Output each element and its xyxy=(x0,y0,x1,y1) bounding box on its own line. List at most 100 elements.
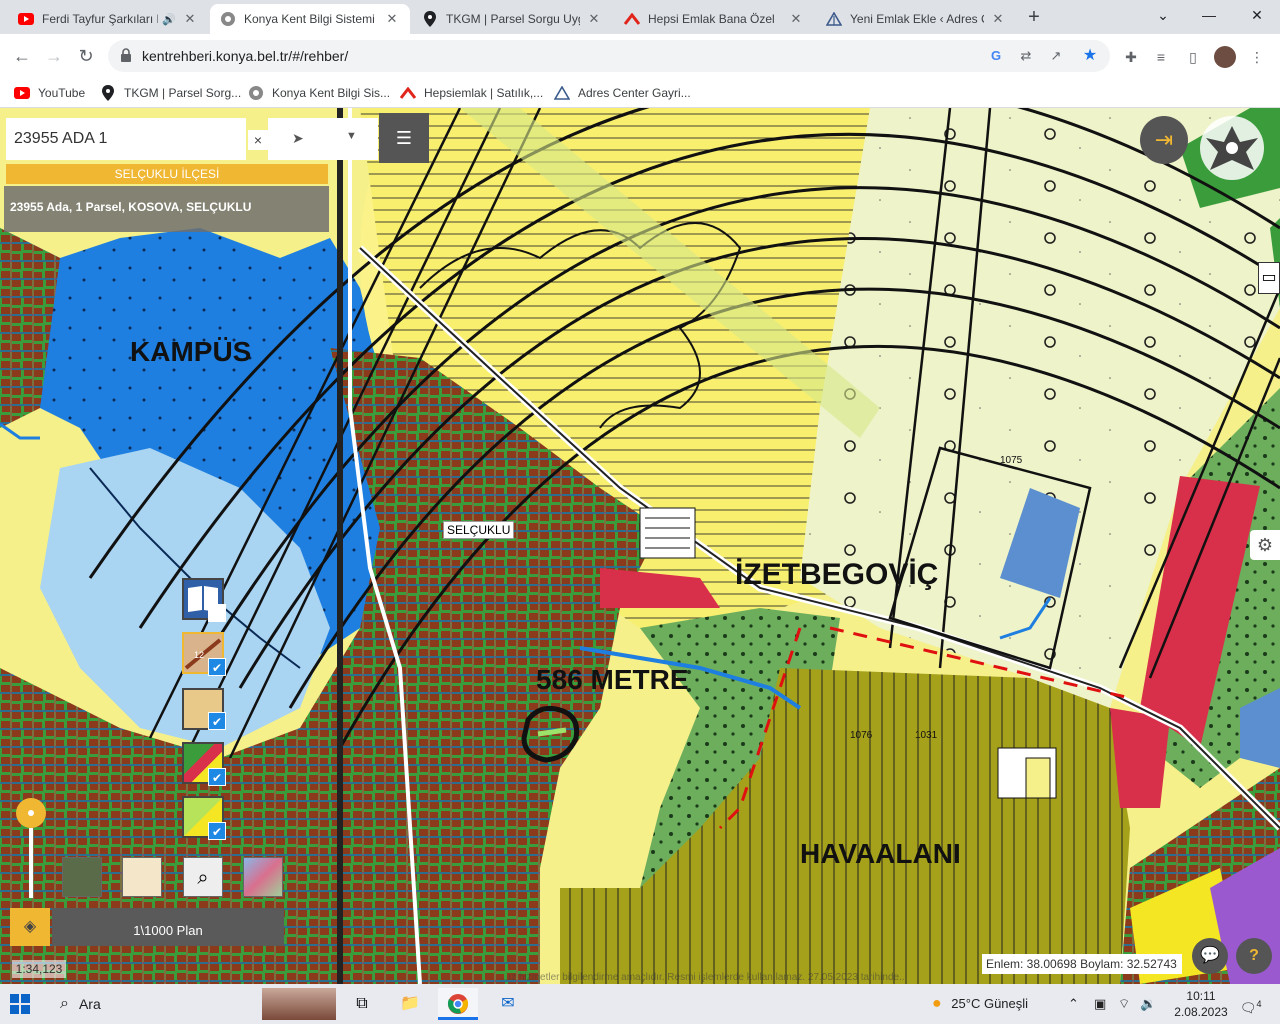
windows-start-icon[interactable] xyxy=(10,994,30,1014)
zoom-slider-track[interactable] xyxy=(29,828,33,898)
bookmark-star-icon[interactable]: ★ xyxy=(1080,46,1100,66)
layer-checkbox-unchecked[interactable] xyxy=(208,604,226,622)
side-panel-icon[interactable]: ▯ xyxy=(1182,46,1204,68)
close-tab-icon[interactable]: ✕ xyxy=(586,11,602,27)
media-control-icon[interactable]: ≡ xyxy=(1150,46,1172,68)
konya-logo-icon xyxy=(248,85,264,101)
bookmark-adres-center[interactable]: Adres Center Gayri... xyxy=(554,82,691,104)
adres-center-icon xyxy=(826,11,842,27)
bookmark-tkgm[interactable]: TKGM | Parsel Sorg... xyxy=(100,82,241,104)
bookmark-label: Adres Center Gayri... xyxy=(578,86,691,100)
search-highlight-image[interactable] xyxy=(262,988,336,1020)
settings-button[interactable]: ⚙ xyxy=(1250,530,1280,560)
audio-icon[interactable]: 🔊 xyxy=(162,13,176,26)
scale-readout: 1:34,123 xyxy=(12,960,66,978)
district-tag: SELÇUKLU xyxy=(443,521,515,539)
basemap-search[interactable]: ⌕ xyxy=(183,857,223,897)
extensions-icon[interactable]: ✚ xyxy=(1120,46,1142,68)
document-icon: ▭ xyxy=(1261,269,1277,286)
layer-checkbox-checked[interactable]: ✔ xyxy=(208,768,226,786)
clear-search-icon[interactable]: × xyxy=(248,130,268,150)
zoom-slider-handle[interactable] xyxy=(16,798,46,828)
tab-ferdi-tayfur[interactable]: Ferdi Tayfur Şarkıları En 🔊 ✕ xyxy=(8,4,208,34)
close-tab-icon[interactable]: ✕ xyxy=(990,11,1006,27)
tab-tkgm[interactable]: TKGM | Parsel Sorgu Uygu ✕ xyxy=(412,4,612,34)
coordinates-readout: Enlem: 38.00698 Boylam: 32.52743 xyxy=(982,954,1182,974)
weather-widget[interactable]: ● 25°C Güneşli xyxy=(932,984,1028,1024)
lock-icon[interactable] xyxy=(120,48,132,62)
google-lens-icon[interactable]: G xyxy=(986,46,1006,66)
basemap-street[interactable] xyxy=(122,857,162,897)
back-button[interactable]: ← xyxy=(8,42,36,70)
bookmark-youtube[interactable]: YouTube xyxy=(14,82,85,104)
basemap-satellite[interactable] xyxy=(62,857,102,897)
sun-icon: ● xyxy=(932,995,942,1012)
chat-bubble-icon: 💬 xyxy=(1200,947,1220,964)
layers-toggle-button[interactable]: ◈ xyxy=(10,908,50,946)
basemap-heatmap[interactable] xyxy=(243,857,283,897)
network-drive-icon[interactable]: ▣ xyxy=(1094,984,1106,1024)
magnifier-icon: ⌕ xyxy=(197,867,209,889)
search-box xyxy=(6,118,246,160)
task-view-icon[interactable]: ⧉ xyxy=(342,988,382,1020)
volume-icon[interactable]: 🔉 xyxy=(1140,984,1156,1024)
distance-label: 586 METRE xyxy=(536,664,689,695)
url-text[interactable]: kentrehberi.konya.bel.tr/#/rehber/ xyxy=(142,48,348,64)
tab-label: Konya Kent Bilgi Sistemi xyxy=(244,12,375,26)
tab-label: Hepsi Emlak Bana Özel xyxy=(648,12,775,26)
forward-button[interactable]: → xyxy=(40,42,68,70)
close-tab-icon[interactable]: ✕ xyxy=(788,11,804,27)
system-clock[interactable]: 10:11 2.08.2023 xyxy=(1166,988,1236,1020)
help-button[interactable]: ? xyxy=(1236,938,1272,974)
area-label-izetbegovic: İZETBEGOVİÇ xyxy=(735,558,939,591)
login-button[interactable]: ⇥ xyxy=(1140,116,1188,164)
reload-button[interactable]: ↻ xyxy=(72,42,100,70)
address-bar[interactable]: kentrehberi.konya.bel.tr/#/rehber/ G ⇄ ↗… xyxy=(108,40,1110,72)
translate-icon[interactable]: ⇄ xyxy=(1016,46,1036,66)
layer-checkbox-checked[interactable]: ✔ xyxy=(208,822,226,840)
chat-button[interactable]: 💬 xyxy=(1192,938,1228,974)
result-text: 23955 Ada, 1 Parsel, KOSOVA, SELÇUKLU xyxy=(10,200,252,214)
chevron-down-icon[interactable]: ▼ xyxy=(346,130,357,142)
contour-label: 1076 xyxy=(850,730,873,741)
close-window-button[interactable]: ✕ xyxy=(1234,0,1280,30)
question-mark-icon: ? xyxy=(1249,947,1259,964)
tab-konya-kent[interactable]: Konya Kent Bilgi Sistemi ✕ xyxy=(210,4,410,34)
locate-arrow-icon[interactable]: ➤ xyxy=(292,130,304,147)
plan-selector[interactable]: 1\1000 Plan xyxy=(52,908,284,946)
gear-icon: ⚙ xyxy=(1256,535,1274,555)
layer-checkbox-checked[interactable]: ✔ xyxy=(208,658,226,676)
profile-avatar[interactable] xyxy=(1214,46,1236,68)
show-hidden-icons[interactable]: ⌃ xyxy=(1068,984,1079,1024)
hepsiemlak-icon xyxy=(624,11,640,27)
bookmark-hepsiemlak[interactable]: Hepsiemlak | Satılık,... xyxy=(400,82,543,104)
new-tab-button[interactable]: + xyxy=(1022,6,1046,30)
search-icon: ⌕ xyxy=(60,995,69,1012)
mail-icon[interactable]: ✉ xyxy=(488,988,528,1020)
menu-kebab-icon[interactable]: ⋮ xyxy=(1246,46,1268,68)
tab-label: Ferdi Tayfur Şarkıları En xyxy=(42,12,159,26)
wifi-icon[interactable]: ⌔ xyxy=(1118,984,1130,1024)
zoning-map: 1075 1031 1076 xyxy=(0,108,1280,984)
close-tab-icon[interactable]: ✕ xyxy=(384,11,400,27)
chrome-icon[interactable] xyxy=(438,988,478,1020)
restore-button[interactable] xyxy=(1188,0,1234,30)
windows-taskbar: ⌕ Ara ⧉ 📁 ✉ ● 25°C Güneşli ⌃ ▣ ⌔ 🔉 10:11… xyxy=(0,984,1280,1024)
youtube-icon xyxy=(14,85,30,101)
tab-hepsiemlak[interactable]: Hepsi Emlak Bana Özel ✕ xyxy=(614,4,814,34)
tab-search-button[interactable]: ⌄ xyxy=(1140,0,1186,30)
list-menu-button[interactable]: ☰ xyxy=(379,113,429,163)
parcel-search-input[interactable] xyxy=(6,118,226,160)
map-canvas[interactable]: 1075 1031 1076 xyxy=(0,108,1280,984)
bookmark-label: YouTube xyxy=(38,86,86,100)
notification-center[interactable]: 🗨4 xyxy=(1240,984,1262,1024)
search-result[interactable]: 23955 Ada, 1 Parsel, KOSOVA, SELÇUKLU xyxy=(4,186,329,232)
bookmark-konya[interactable]: Konya Kent Bilgi Sis... xyxy=(248,82,390,104)
close-tab-icon[interactable]: ✕ xyxy=(182,11,198,27)
share-icon[interactable]: ↗ xyxy=(1046,46,1066,66)
layer-checkbox-checked[interactable]: ✔ xyxy=(208,712,226,730)
tab-adres-center[interactable]: Yeni Emlak Ekle ‹ Adres C ✕ xyxy=(816,4,1016,34)
file-explorer-icon[interactable]: 📁 xyxy=(390,988,430,1020)
district-bar: SELÇUKLU İLÇESİ xyxy=(6,164,328,184)
side-panel-tab[interactable]: ▭ xyxy=(1258,262,1280,294)
